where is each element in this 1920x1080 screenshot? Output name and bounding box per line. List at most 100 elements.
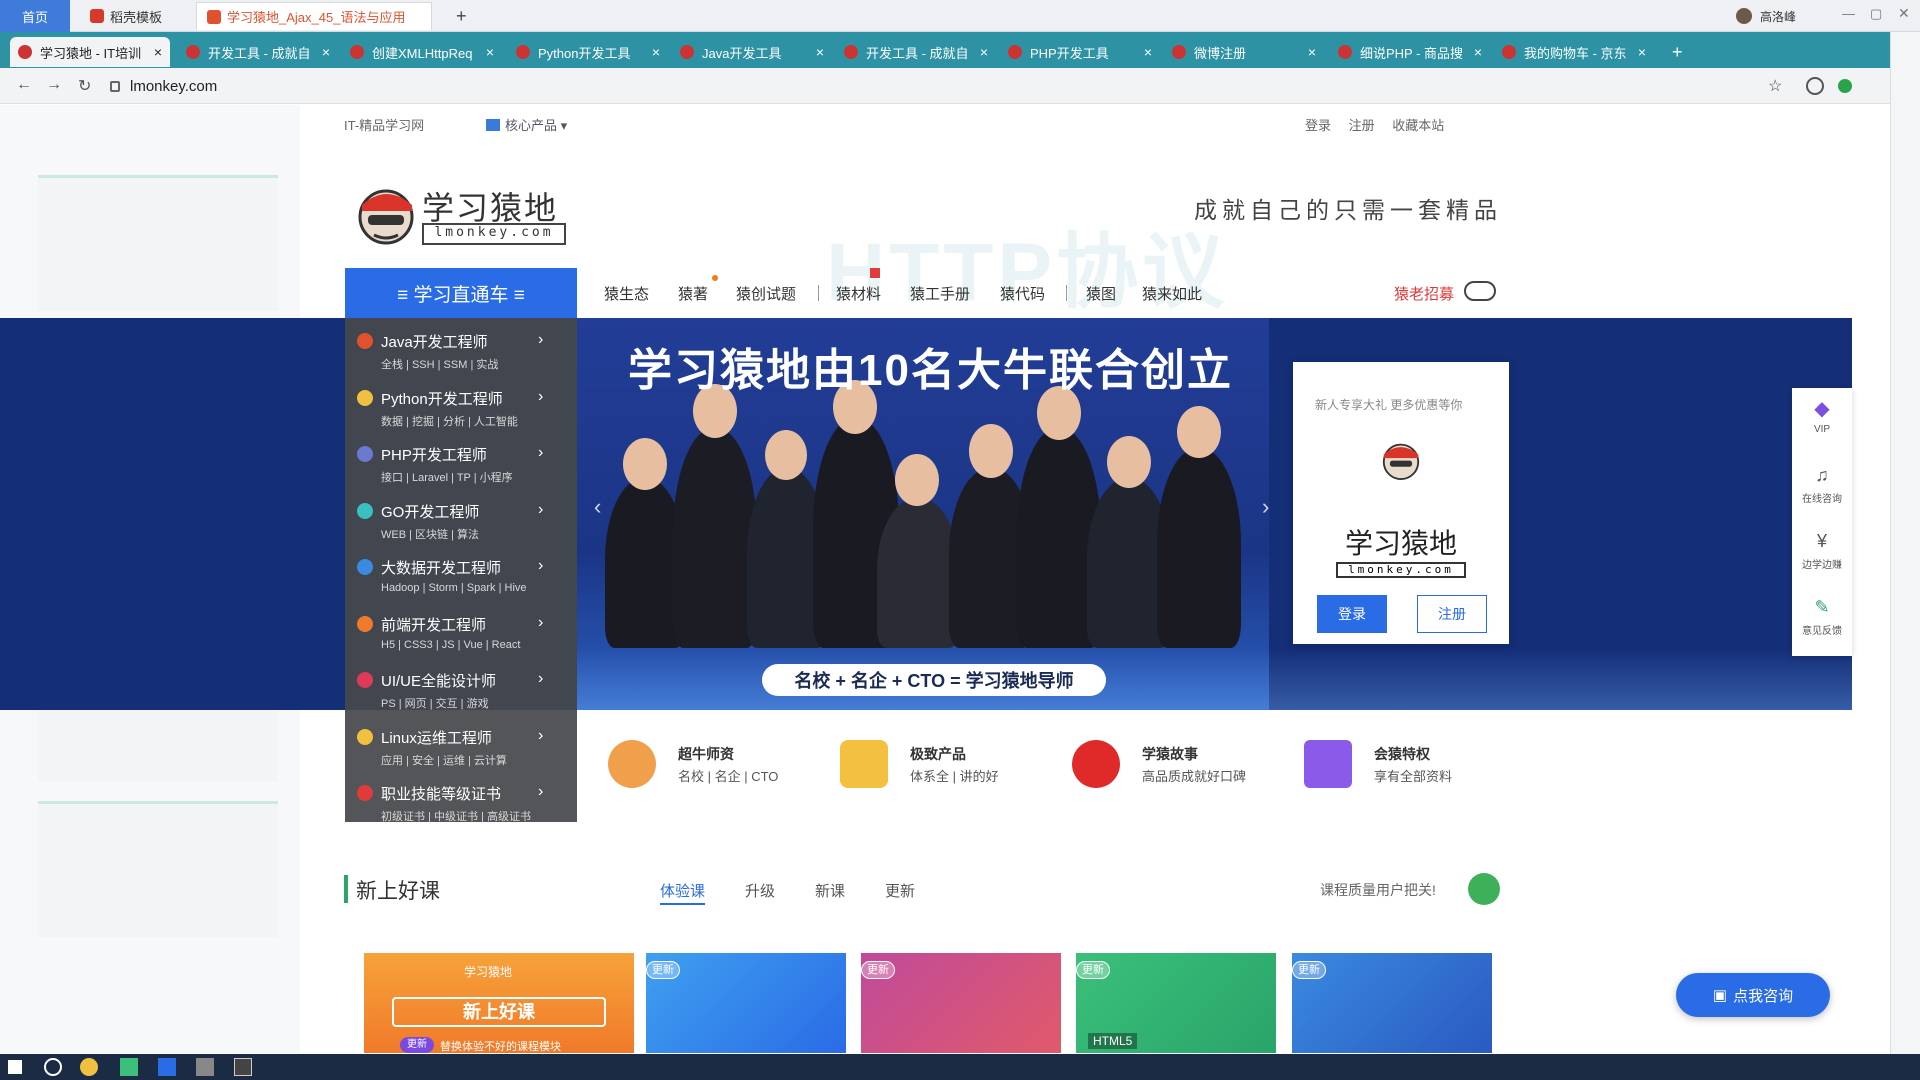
feedback-button[interactable]: ✎ 意见反馈 <box>1792 596 1852 637</box>
login-button[interactable]: 登录 <box>1317 595 1387 633</box>
nav-item-works[interactable]: 猿著 <box>678 283 708 304</box>
nav-item-origin[interactable]: 猿来如此 <box>1142 283 1202 304</box>
browser-app-icon[interactable] <box>80 1058 98 1076</box>
nav-item-materials[interactable]: 猿材料 <box>836 283 881 304</box>
browser-tab[interactable]: Java开发工具 × <box>672 37 832 67</box>
browser-tab[interactable]: 学习猿地 - IT培训 × <box>10 37 170 67</box>
nav-item-images[interactable]: 猿图 <box>1086 283 1116 304</box>
browser-tab[interactable]: 开发工具 - 成就自 × <box>178 37 338 67</box>
extension-icon[interactable] <box>1838 79 1852 93</box>
browser-tab[interactable]: PHP开发工具 × <box>1000 37 1160 67</box>
minimize-icon[interactable]: — <box>1842 6 1855 21</box>
earn-button[interactable]: ¥ 边学边赚 <box>1792 530 1852 571</box>
core-products-menu[interactable]: 核心产品 ▾ <box>486 115 567 134</box>
home-tab[interactable]: 首页 <box>0 0 70 32</box>
next-slide-icon[interactable]: › <box>1262 494 1269 520</box>
maximize-icon[interactable]: ▢ <box>1870 6 1882 22</box>
register-link[interactable]: 注册 <box>1349 118 1375 133</box>
menu-item[interactable]: 职业技能等级证书 初级证书 | 中级证书 | 高级证书 › <box>345 778 577 835</box>
favorite-link[interactable]: 收藏本站 <box>1392 118 1444 133</box>
template-tab[interactable]: 稻壳模板 <box>80 2 190 30</box>
browser-tab[interactable]: 开发工具 - 成就自 × <box>836 37 996 67</box>
menu-item-subtitle: H5 | CSS3 | JS | Vue | React <box>381 638 521 651</box>
online-consult-button[interactable]: ♫ 在线咨询 <box>1792 464 1852 505</box>
menu-item[interactable]: Linux运维工程师 应用 | 安全 | 运维 | 云计算 › <box>345 722 577 779</box>
search-icon[interactable] <box>44 1058 62 1076</box>
slide-dot[interactable] <box>950 690 976 694</box>
menu-item[interactable]: 前端开发工程师 H5 | CSS3 | JS | Vue | React › <box>345 609 577 666</box>
app-icon[interactable] <box>196 1058 214 1076</box>
study-nav-button[interactable]: ≡ 学习直通车 ≡ <box>345 268 577 318</box>
feature-privileges[interactable]: 会猿特权 享有全部资料 <box>1286 718 1508 810</box>
login-link[interactable]: 登录 <box>1305 118 1331 133</box>
feature-teachers[interactable]: 超牛师资 名校 | 名企 | CTO <box>590 718 812 810</box>
course-card[interactable]: 更新 HTML5 <box>1076 953 1276 1053</box>
feature-products[interactable]: 极致产品 体系全 | 讲的好 <box>822 718 1044 810</box>
reload-icon[interactable]: ↻ <box>78 76 91 96</box>
app-icon[interactable] <box>120 1058 138 1076</box>
menu-item[interactable]: GO开发工程师 WEB | 区块链 | 算法 › <box>345 496 577 553</box>
slide-dot[interactable] <box>986 690 1012 694</box>
nav-item-manual[interactable]: 猿工手册 <box>910 283 970 304</box>
nav-item-ecosystem[interactable]: 猿生态 <box>604 283 649 304</box>
browser-tab[interactable]: 创建XMLHttpReq × <box>342 37 502 67</box>
prev-slide-icon[interactable]: ‹ <box>594 494 601 520</box>
editor-app-icon[interactable] <box>234 1058 252 1076</box>
close-icon[interactable]: ✕ <box>1898 5 1910 22</box>
menu-item[interactable]: PHP开发工程师 接口 | Laravel | TP | 小程序 › <box>345 439 577 496</box>
tab-close-icon[interactable]: × <box>980 44 988 60</box>
new-tab-icon[interactable]: + <box>456 6 467 27</box>
browser-tab[interactable]: Python开发工具 × <box>508 37 668 67</box>
tab-upgrade[interactable]: 升级 <box>745 880 775 901</box>
consult-button[interactable]: ▣ 点我咨询 <box>1676 973 1830 1017</box>
course-card[interactable]: 学习猿地 新上好课 更新 替换体验不好的课程模块 <box>364 953 634 1053</box>
tab-close-icon[interactable]: × <box>1144 44 1152 60</box>
tab-close-icon[interactable]: × <box>652 44 660 60</box>
menu-item[interactable]: Python开发工程师 数据 | 挖掘 | 分析 | 人工智能 › <box>345 383 577 440</box>
slide-dot[interactable] <box>914 690 940 694</box>
diamond-icon: ◆ <box>1814 398 1830 420</box>
slide-dot[interactable] <box>878 690 904 694</box>
course-card[interactable]: 更新 <box>1292 953 1492 1053</box>
document-tab[interactable]: 学习猿地_Ajax_45_语法与应用 <box>196 2 432 30</box>
menu-item[interactable]: 大数据开发工程师 Hadoop | Storm | Spark | Hive › <box>345 552 577 609</box>
bookmark-star-icon[interactable]: ☆ <box>1768 76 1782 96</box>
tab-close-icon[interactable]: × <box>322 44 330 60</box>
user-avatar[interactable] <box>1736 8 1752 24</box>
url-field[interactable]: lmonkey.com <box>110 74 217 98</box>
quality-note: 课程质量用户把关! <box>1320 882 1436 898</box>
recruit-link[interactable]: 猿老招募 <box>1394 283 1454 304</box>
tab-close-icon[interactable]: × <box>486 44 494 60</box>
tab-trial[interactable]: 体验课 <box>660 880 706 905</box>
menu-item[interactable]: Java开发工程师 全栈 | SSH | SSM | 实战 › <box>345 326 577 383</box>
feature-stories[interactable]: 学猿故事 高品质成就好口碑 <box>1054 718 1276 810</box>
web-page: HTTP协议 IT-精品学习网 核心产品 ▾ 登录 注册 收藏本站 学习猿地 l… <box>0 105 1890 1053</box>
tab-new[interactable]: 新课 <box>815 880 845 901</box>
word-app-icon[interactable] <box>158 1058 176 1076</box>
course-card[interactable]: 更新 <box>861 953 1061 1053</box>
account-icon[interactable] <box>1806 77 1824 95</box>
tab-close-icon[interactable]: × <box>816 44 824 60</box>
register-button[interactable]: 注册 <box>1417 595 1487 633</box>
tab-close-icon[interactable]: × <box>154 44 162 60</box>
nav-item-code[interactable]: 猿代码 <box>1000 283 1045 304</box>
nav-item-quiz[interactable]: 猿创试题 <box>736 283 796 304</box>
vip-button[interactable]: ◆ VIP <box>1792 398 1852 435</box>
forward-icon[interactable]: → <box>46 76 62 94</box>
slide-dot[interactable] <box>842 690 868 694</box>
tab-close-icon[interactable]: × <box>1308 44 1316 60</box>
tab-update[interactable]: 更新 <box>885 880 915 901</box>
site-tagline: IT-精品学习网 <box>344 118 425 133</box>
browser-tab[interactable]: 细说PHP - 商品搜 × <box>1330 37 1490 67</box>
windows-start-icon[interactable] <box>8 1060 22 1074</box>
tab-close-icon[interactable]: × <box>1474 44 1482 60</box>
browser-tab[interactable]: 微博注册 × <box>1164 37 1324 67</box>
menu-item[interactable]: UI/UE全能设计师 PS | 网页 | 交互 | 游戏 › <box>345 665 577 722</box>
tab-close-icon[interactable]: × <box>1638 44 1646 60</box>
menu-item-title: 职业技能等级证书 <box>381 786 502 803</box>
browser-tab[interactable]: 我的购物车 - 京东 × <box>1494 37 1654 67</box>
course-card[interactable]: 更新 <box>646 953 846 1053</box>
new-tab-icon[interactable]: + <box>1664 37 1691 67</box>
chevron-right-icon: › <box>538 613 544 631</box>
back-icon[interactable]: ← <box>16 76 32 94</box>
